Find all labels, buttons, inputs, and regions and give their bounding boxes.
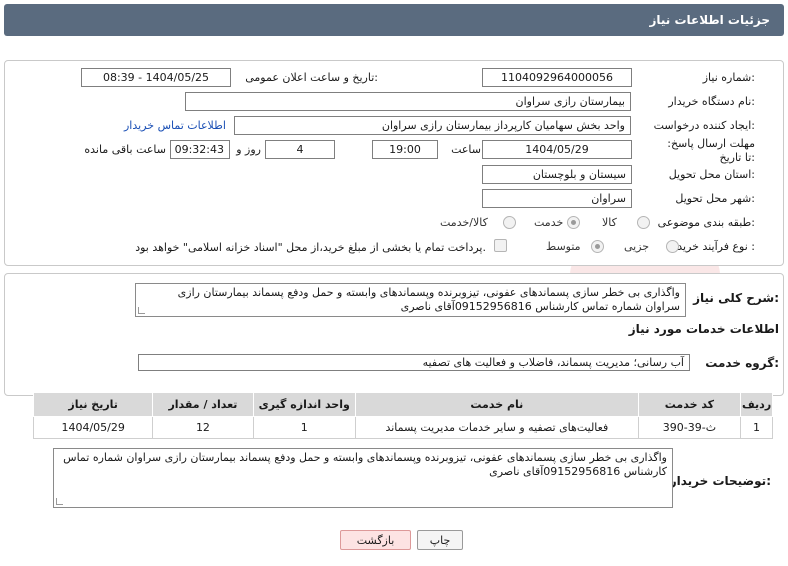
deadline-time-label: ساعت	[451, 143, 481, 156]
process-medium-label: متوسط	[546, 240, 581, 253]
col-quantity: تعداد / مقدار	[152, 392, 254, 417]
resize-handle[interactable]	[138, 307, 145, 314]
col-need-date: تاریخ نیاز	[32, 392, 154, 417]
cell-service-code: ث-39-390	[637, 416, 742, 439]
deadline-time-field[interactable]: 19:00	[372, 140, 438, 159]
category-goods-service-label: کالا/خدمت	[440, 216, 488, 229]
buyer-notes-textarea[interactable]: واگذاری بی خطر سازی پسماندهای عفونی، تیز…	[53, 448, 673, 508]
city-field[interactable]: سراوان	[482, 189, 632, 208]
category-goods-service-radio[interactable]	[503, 216, 516, 229]
service-group-label: گروه خدمت:	[705, 356, 779, 370]
city-label: شهر محل تحویل:	[675, 192, 755, 205]
back-button[interactable]: بازگشت	[340, 530, 411, 550]
cell-service-name: فعالیت‌های تصفیه و سایر خدمات مدیریت پسم…	[354, 416, 639, 439]
category-goods-label: کالا	[602, 216, 617, 229]
col-service-code: کد خدمت	[637, 392, 742, 417]
process-label: نوع فرآیند خرید :	[677, 240, 755, 253]
province-label: استان محل تحویل:	[668, 168, 755, 181]
summary-label: شرح کلی نیاز:	[693, 291, 779, 305]
print-button[interactable]: چاپ	[417, 530, 463, 550]
col-row: ردیف	[740, 392, 773, 417]
cell-unit: 1	[252, 416, 356, 439]
services-section-title: اطلاعات خدمات مورد نیاز	[628, 322, 779, 336]
creator-field[interactable]: واحد بخش سهامیان کارپرداز بیمارستان رازی…	[234, 116, 631, 135]
col-service-name: نام خدمت	[354, 392, 639, 417]
summary-text: واگذاری بی خطر سازی پسماندهای عفونی، تیز…	[177, 286, 680, 313]
treasury-payment-checkbox[interactable]	[494, 239, 507, 252]
col-unit: واحد اندازه گیری	[252, 392, 356, 417]
need-number-label: شماره نیاز:	[702, 71, 755, 84]
cell-need-date: 1404/05/29	[32, 416, 154, 439]
creator-label: ایجاد کننده درخواست:	[653, 119, 755, 132]
process-minor-label: جزیی	[624, 240, 650, 253]
resize-handle[interactable]	[56, 498, 63, 505]
buyer-org-field[interactable]: بیمارستان رازی سراوان	[185, 92, 631, 111]
need-number-field[interactable]: 1104092964000056	[482, 68, 632, 87]
buyer-notes-text: واگذاری بی خطر سازی پسماندهای عفونی، تیز…	[63, 451, 667, 478]
service-group-field[interactable]: آب رسانی؛ مدیریت پسماند، فاضلاب و فعالیت…	[138, 354, 690, 371]
treasury-payment-note: پرداخت تمام یا بخشی از مبلغ خرید،از محل …	[135, 241, 486, 254]
announce-label: تاریخ و ساعت اعلان عمومی:	[245, 71, 378, 84]
days-field[interactable]: 4	[265, 140, 335, 159]
category-service-radio[interactable]	[567, 216, 580, 229]
announce-field[interactable]: 1404/05/25 - 08:39	[81, 68, 231, 87]
buyer-org-label: نام دستگاه خریدار:	[668, 95, 755, 108]
services-table: ردیف کد خدمت نام خدمت واحد اندازه گیری ت…	[32, 392, 773, 439]
process-medium-radio[interactable]	[591, 240, 604, 253]
cell-quantity: 12	[152, 416, 254, 439]
days-label: روز و	[236, 143, 261, 156]
province-field[interactable]: سیستان و بلوچستان	[482, 165, 632, 184]
deadline-label: مهلت ارسال پاسخ: تا تاریخ:	[667, 137, 755, 164]
deadline-date-field[interactable]: 1404/05/29	[482, 140, 632, 159]
buyer-notes-label: توضیحات خریدار:	[669, 474, 771, 488]
category-service-label: خدمت	[534, 216, 564, 229]
services-table-header: ردیف کد خدمت نام خدمت واحد اندازه گیری ت…	[32, 392, 773, 417]
remaining-label: ساعت باقی مانده	[84, 143, 166, 156]
cell-row: 1	[740, 416, 773, 439]
summary-textarea[interactable]: واگذاری بی خطر سازی پسماندهای عفونی، تیز…	[135, 283, 686, 317]
category-goods-radio[interactable]	[637, 216, 650, 229]
category-label: طبقه بندی موضوعی:	[657, 216, 755, 229]
remaining-time-field[interactable]: 09:32:43	[170, 140, 230, 159]
process-minor-radio[interactable]	[666, 240, 679, 253]
table-row[interactable]: 1 ث-39-390 فعالیت‌های تصفیه و سایر خدمات…	[32, 416, 773, 439]
page-header: جزئیات اطلاعات نیاز	[4, 4, 784, 36]
buyer-contact-link[interactable]: اطلاعات تماس خریدار	[124, 119, 226, 132]
